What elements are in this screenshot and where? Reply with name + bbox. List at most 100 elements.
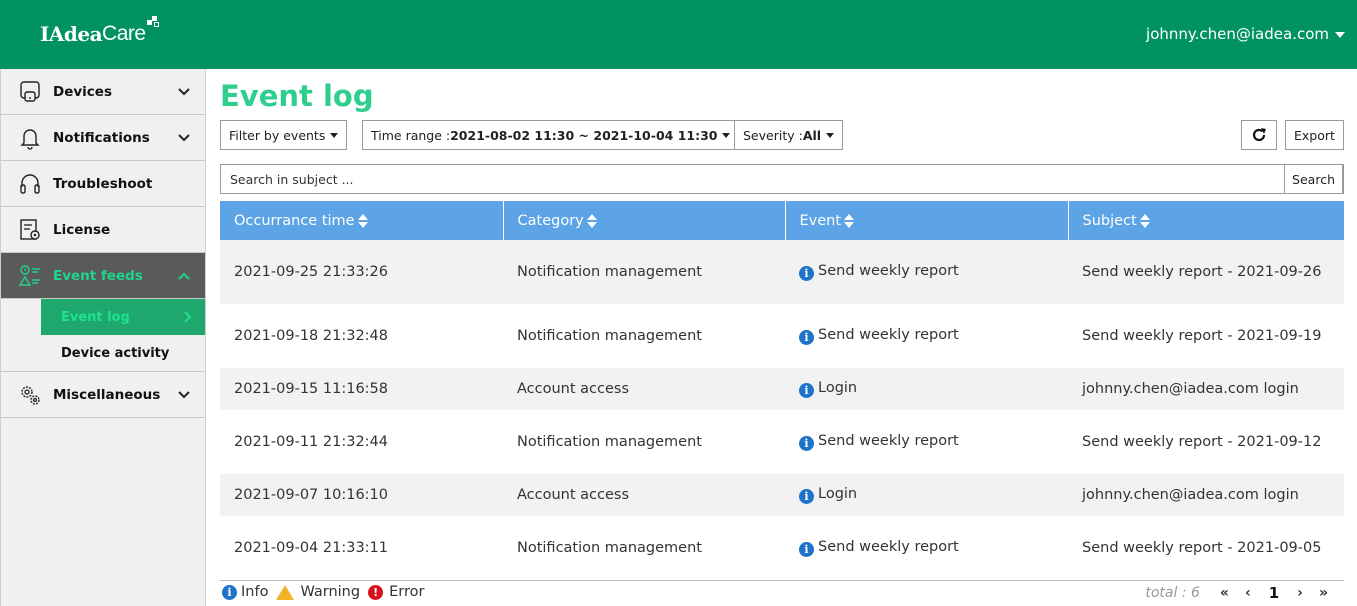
event-label: Send weekly report <box>818 263 959 279</box>
refresh-button[interactable] <box>1241 120 1277 150</box>
search-input[interactable] <box>221 165 1281 193</box>
cell-subject: johnny.chen@iadea.com login <box>1082 487 1299 503</box>
caret-down-icon <box>826 132 835 138</box>
next-page-button[interactable]: › <box>1297 585 1303 601</box>
info-icon: i <box>799 266 814 281</box>
cell-event: i Login <box>785 368 1068 410</box>
cell-category: Account access <box>517 381 630 397</box>
search-button[interactable]: Search <box>1284 164 1343 194</box>
sidebar-subitem-label: Event log <box>61 309 130 325</box>
table-row[interactable]: 2021-09-11 21:32:44 Notification managem… <box>220 410 1344 474</box>
info-icon: i <box>799 436 814 451</box>
sidebar: Devices Notifications Troubleshoot Licen… <box>0 69 206 606</box>
sidebar-subitem-device-activity[interactable]: Device activity <box>1 335 205 371</box>
table-footer: i Info Warning ! Error total : 6 « ‹ 1 › » <box>220 582 1344 606</box>
cell-event: i Send weekly report <box>785 516 1068 580</box>
sidebar-subitem-event-log[interactable]: Event log <box>41 299 205 335</box>
legend-info: i Info <box>222 584 268 600</box>
cell-subject: Send weekly report - 2021-09-05 <box>1082 539 1322 556</box>
time-range-value: 2021-08-02 11:30 ~ 2021-10-04 11:30 <box>450 127 718 143</box>
time-range-dropdown[interactable]: Time range : 2021-08-02 11:30 ~ 2021-10-… <box>362 120 740 150</box>
sidebar-item-label: Notifications <box>53 129 150 146</box>
event-label: Login <box>818 486 858 502</box>
cell-event: i Send weekly report <box>785 410 1068 474</box>
chevron-down-icon <box>178 133 190 141</box>
sidebar-item-devices[interactable]: Devices <box>1 69 205 115</box>
legend-error: ! Error <box>368 584 424 600</box>
event-label: Send weekly report <box>818 327 959 343</box>
info-icon: i <box>222 584 237 600</box>
column-header-occurrance-time[interactable]: Occurrance time <box>220 201 504 240</box>
legend-error-label: Error <box>389 584 425 600</box>
severity-legend: i Info Warning ! Error <box>222 584 432 600</box>
caret-down-icon <box>722 132 731 138</box>
cell-category: Notification management <box>517 328 702 344</box>
column-header-subject[interactable]: Subject <box>1068 201 1344 240</box>
export-button[interactable]: Export <box>1285 120 1344 150</box>
table-header-row: Occurrance time Category Event Subject <box>220 201 1344 240</box>
sidebar-item-troubleshoot[interactable]: Troubleshoot <box>1 161 205 207</box>
export-label: Export <box>1294 127 1335 143</box>
sidebar-item-label: Miscellaneous <box>53 386 161 403</box>
cell-event: i Login <box>785 474 1068 516</box>
cell-time: 2021-09-25 21:33:26 <box>234 264 388 280</box>
sidebar-item-label: Troubleshoot <box>53 175 153 192</box>
logo-text: IAdea <box>40 22 103 46</box>
sidebar-item-label: License <box>53 221 111 238</box>
last-page-button[interactable]: » <box>1319 585 1328 601</box>
table-row[interactable]: 2021-09-04 21:33:11 Notification managem… <box>220 516 1344 580</box>
sidebar-item-event-feeds[interactable]: Event feeds <box>1 253 205 299</box>
logo-suffix: Care <box>102 22 146 45</box>
event-feeds-icon <box>17 263 43 289</box>
table-row[interactable]: 2021-09-15 11:16:58 Account access i Logi… <box>220 368 1344 410</box>
cell-subject: Send weekly report - 2021-09-12 <box>1082 434 1322 450</box>
gears-icon <box>17 382 43 408</box>
prev-page-button[interactable]: ‹ <box>1245 585 1251 601</box>
first-page-button[interactable]: « <box>1220 585 1229 601</box>
page-title: Event log <box>220 79 374 113</box>
user-email: johnny.chen@iadea.com <box>1146 25 1329 43</box>
sidebar-item-notifications[interactable]: Notifications <box>1 115 205 161</box>
column-header-event[interactable]: Event <box>785 201 1069 240</box>
chevron-right-icon <box>184 311 192 323</box>
sidebar-item-miscellaneous[interactable]: Miscellaneous <box>1 372 205 418</box>
event-feeds-submenu: Event log Device activity <box>1 299 205 372</box>
current-page[interactable]: 1 <box>1269 584 1279 602</box>
severity-dropdown[interactable]: Severity : All <box>734 120 844 150</box>
column-header-category[interactable]: Category <box>503 201 786 240</box>
top-bar: IAdea Care johnny.chen@iadea.com <box>0 0 1357 69</box>
cell-category: Account access <box>517 487 630 503</box>
severity-value: All <box>802 127 822 143</box>
table-row[interactable]: 2021-09-07 10:16:10 Account access i Logi… <box>220 474 1344 516</box>
chevron-down-icon <box>178 87 190 95</box>
column-header-label: Event <box>799 212 842 229</box>
time-range-label: Time range : <box>371 127 451 143</box>
info-icon: i <box>799 383 814 398</box>
severity-label: Severity : <box>743 127 803 143</box>
license-icon <box>17 217 43 243</box>
user-menu[interactable]: johnny.chen@iadea.com <box>1146 25 1345 43</box>
legend-warning: Warning <box>276 584 360 600</box>
info-icon: i <box>799 541 814 557</box>
cell-event: i Send weekly report <box>785 240 1068 304</box>
sort-icon <box>357 213 368 229</box>
column-header-label: Category <box>517 212 584 229</box>
search-bar: Search <box>220 164 1344 194</box>
table-row[interactable]: 2021-09-18 21:32:48 Notification managem… <box>220 304 1344 368</box>
chevron-down-icon <box>178 390 190 398</box>
cell-time: 2021-09-18 21:32:48 <box>234 328 388 344</box>
filter-label: Filter by events <box>229 127 326 143</box>
filter-by-events-dropdown[interactable]: Filter by events <box>220 120 348 150</box>
legend-info-label: Info <box>241 584 269 600</box>
sidebar-subitem-label: Device activity <box>61 345 170 361</box>
sidebar-item-label: Devices <box>53 83 112 100</box>
event-label: Login <box>818 380 858 396</box>
sort-icon <box>844 213 855 229</box>
iadea-care-logo[interactable]: IAdea Care <box>40 16 159 46</box>
cell-category: Notification management <box>517 434 702 450</box>
sidebar-item-license[interactable]: License <box>1 207 205 253</box>
table-row[interactable]: 2021-09-25 21:33:26 Notification managem… <box>220 240 1344 304</box>
headset-icon <box>17 171 43 197</box>
chevron-up-icon <box>178 272 190 280</box>
cell-time: 2021-09-15 11:16:58 <box>234 381 388 397</box>
